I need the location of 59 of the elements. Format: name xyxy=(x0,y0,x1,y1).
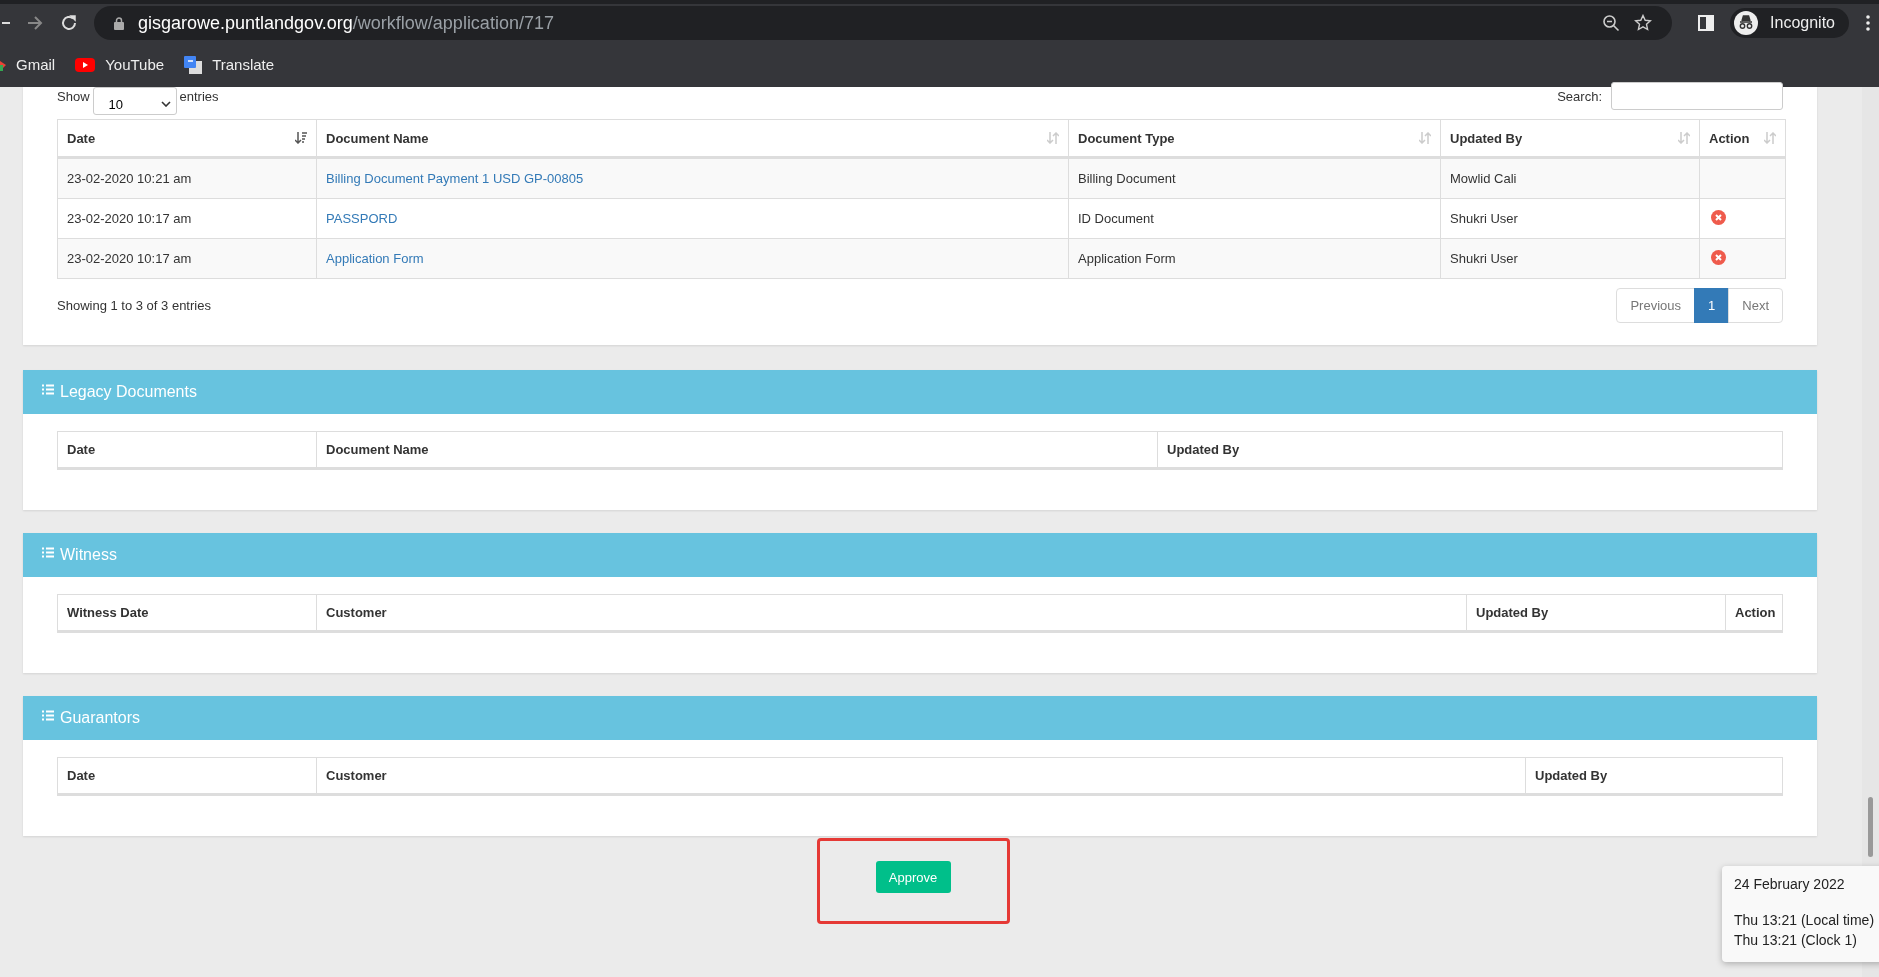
column-header: Witness Date xyxy=(57,594,317,632)
table-cell: Mowlid Cali xyxy=(1440,157,1700,199)
tooltip-time: Thu 13:21 (Clock 1) xyxy=(1734,931,1858,950)
column-header: Updated By xyxy=(1157,431,1783,469)
play-icon xyxy=(75,57,96,72)
star-icon[interactable] xyxy=(1634,14,1653,32)
side-panel-icon[interactable] xyxy=(1698,15,1715,31)
next-page-button[interactable]: Next xyxy=(1728,288,1783,323)
table-cell: 23-02-2020 10:17 am xyxy=(57,198,317,239)
document-link[interactable]: Application Form xyxy=(326,251,424,266)
column-header: Document Name xyxy=(316,431,1158,469)
delete-icon[interactable] xyxy=(1711,249,1726,265)
search-field[interactable] xyxy=(1611,82,1783,110)
page-button[interactable]: 1 xyxy=(1694,288,1730,323)
table-cell: Billing Document xyxy=(1068,157,1441,199)
panel-title: Witness xyxy=(60,546,117,564)
column-header: Updated By xyxy=(1525,757,1783,795)
delete-icon[interactable] xyxy=(1711,209,1726,225)
document-link[interactable]: Billing Document Payment 1 USD GP-00805 xyxy=(326,171,584,186)
column-header: Customer xyxy=(316,594,1467,632)
search-label: Search: xyxy=(1557,88,1602,104)
panel-title: Guarantors xyxy=(60,709,141,727)
tooltip-date: 24 February 2022 xyxy=(1734,876,1846,892)
scrollbar-thumb[interactable] xyxy=(1868,797,1873,857)
column-header: Updated By xyxy=(1466,594,1726,632)
panel-title: Legacy Documents xyxy=(60,383,197,401)
list-icon xyxy=(42,709,54,721)
bookmark-link[interactable]: Translate xyxy=(184,55,275,74)
document-link[interactable]: PASSPORD xyxy=(326,211,398,226)
incognito-icon xyxy=(1734,11,1759,35)
incognito-profile-button[interactable]: Incognito xyxy=(1730,8,1849,38)
tooltip-time: Thu 13:21 (Local time) xyxy=(1734,911,1876,930)
chevron-down-icon xyxy=(160,101,171,107)
address-bar[interactable]: gisgarowe.puntlandgov.org/workflow/application/717 xyxy=(94,6,1673,40)
previous-page-button[interactable]: Previous xyxy=(1616,288,1696,323)
table-cell: Shukri User xyxy=(1440,198,1700,239)
bookmark-link[interactable]: YouTube xyxy=(75,56,165,73)
table-cell: 23-02-2020 10:21 am xyxy=(57,157,317,199)
column-header: Date xyxy=(57,431,317,469)
column-header: Date xyxy=(57,757,317,795)
table-cell: Application Form xyxy=(1068,238,1441,279)
page-length-select[interactable]: 10 xyxy=(92,87,177,115)
lock-icon xyxy=(114,16,124,30)
entries-label: entries xyxy=(179,88,219,104)
column-header: Action xyxy=(1725,594,1783,632)
list-icon xyxy=(42,383,54,395)
entries-info: Showing 1 to 3 of 3 entries xyxy=(57,298,211,313)
show-label: Show xyxy=(57,88,90,104)
translate-icon xyxy=(184,55,203,74)
table-cell: ID Document xyxy=(1068,198,1441,239)
reload-icon[interactable] xyxy=(60,14,78,32)
menu-icon[interactable] xyxy=(1865,14,1871,32)
column-header: Customer xyxy=(316,757,1526,795)
list-icon xyxy=(42,546,54,558)
table-cell: 23-02-2020 10:17 am xyxy=(57,238,317,279)
table-cell: Shukri User xyxy=(1440,238,1700,279)
bookmark-link[interactable]: Gmail xyxy=(0,56,56,73)
forward-arrow-icon[interactable] xyxy=(26,15,44,31)
zoom-out-icon[interactable] xyxy=(1602,14,1621,32)
